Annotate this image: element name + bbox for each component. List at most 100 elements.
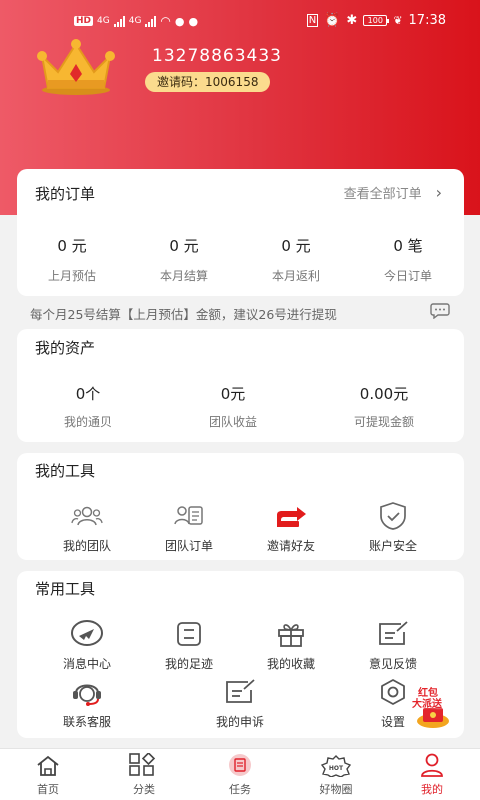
tab-label: 首页: [37, 783, 59, 796]
status-right: N ⏰ ✱ 100 ❦ 17:38: [306, 13, 446, 28]
invite-code-label: 邀请码：: [157, 75, 206, 89]
invite-friend-icon: [274, 501, 308, 531]
tool-label: 我的团队: [62, 539, 111, 553]
tool-invite-friend[interactable]: 邀请好友: [236, 501, 346, 554]
order-stat-today[interactable]: 0 笔今日订单: [353, 235, 463, 284]
tab-label: 任务: [229, 783, 251, 796]
tool-label: 意见反馈: [368, 657, 417, 671]
battery-icon: 100: [363, 15, 390, 26]
common-tools-title: 常用工具: [35, 580, 96, 598]
network-label-a: 4G: [97, 16, 110, 26]
order-stat-value: 0 笔: [393, 237, 423, 255]
appeal-icon: [223, 677, 257, 707]
signal-icon: [145, 15, 157, 27]
tool-my-appeal[interactable]: 我的申诉: [185, 677, 295, 730]
order-stat-label: 本月返利: [271, 269, 320, 283]
tool-label: 我的申诉: [215, 715, 264, 729]
tab-task[interactable]: 任务: [192, 749, 288, 800]
tab-label: 分类: [133, 783, 155, 796]
tool-label: 邀请好友: [266, 539, 315, 553]
asset-stat-label: 可提现金额: [353, 415, 414, 429]
chat-bubble-icon[interactable]: [430, 303, 450, 323]
tab-category[interactable]: 分类: [96, 749, 192, 800]
app-notification-icon: ●: [174, 14, 185, 28]
invite-code-badge[interactable]: 邀请码：1006158: [145, 72, 271, 92]
tool-label: 联系客服: [62, 715, 111, 729]
orders-card: 我的订单 查看全部订单 › 0 元上月预估 0 元本月结算 0 元本月返利 0 …: [17, 169, 464, 296]
hd-badge: HD: [74, 16, 94, 26]
order-stat-this-month-rebate[interactable]: 0 元本月返利: [241, 235, 351, 284]
team-icon: [70, 501, 104, 531]
tool-label: 我的足迹: [164, 657, 213, 671]
order-stat-label: 本月结算: [159, 269, 208, 283]
asset-stat-tongbei[interactable]: 0个我的通贝: [33, 383, 143, 430]
assets-title: 我的资产: [35, 339, 96, 357]
team-order-icon: [172, 501, 206, 531]
common-tools-card: 常用工具 消息中心 我的足迹 我的收藏 意见反馈 联系客服 我的申诉 设置: [17, 571, 464, 738]
my-tools-title: 我的工具: [35, 462, 96, 480]
settings-icon: [376, 677, 410, 707]
feedback-icon: [376, 619, 410, 649]
red-packet-promo[interactable]: 红包 大派送: [410, 684, 456, 730]
leaf-icon: ❦: [393, 14, 403, 27]
bluetooth-icon: ✱: [346, 13, 358, 28]
my-tools-card: 我的工具 我的团队 团队订单 邀请好友 账户安全: [17, 453, 464, 560]
home-icon: [0, 749, 96, 777]
bottom-tab-bar: 首页 分类 任务 HOT 好物圈 我的: [0, 748, 480, 800]
tool-my-team[interactable]: 我的团队: [32, 501, 142, 554]
tab-label: 我的: [421, 783, 443, 796]
nfc-icon: N: [306, 14, 319, 27]
category-icon: [96, 749, 192, 777]
view-all-orders-link[interactable]: 查看全部订单 ›: [344, 183, 442, 202]
user-icon: [384, 749, 480, 777]
view-all-orders-label: 查看全部订单: [343, 187, 422, 202]
asset-stat-withdrawable[interactable]: 0.00元可提现金额: [329, 383, 439, 430]
tab-hot-circle[interactable]: HOT 好物圈: [288, 749, 384, 800]
alarm-icon: ⏰: [324, 13, 341, 28]
crown-avatar-icon[interactable]: [34, 36, 118, 96]
tool-account-security[interactable]: 账户安全: [338, 501, 448, 554]
tab-mine[interactable]: 我的: [384, 749, 480, 800]
asset-stat-value: 0个: [75, 385, 101, 403]
wifi-icon: ◠: [160, 14, 171, 28]
tool-label: 消息中心: [62, 657, 111, 671]
orders-title: 我的订单: [35, 185, 96, 203]
asset-stat-label: 我的通贝: [63, 415, 112, 429]
user-phone: 13278863433: [152, 46, 282, 66]
footprint-icon: [172, 619, 206, 649]
asset-stat-value: 0.00元: [359, 385, 409, 403]
assets-card: 我的资产 0个我的通贝 0元团队收益 0.00元可提现金额: [17, 329, 464, 442]
gift-icon: [274, 619, 308, 649]
hot-icon: HOT: [288, 749, 384, 777]
tool-label: 账户安全: [368, 539, 417, 553]
signal-icon: [113, 15, 125, 27]
tool-favorites[interactable]: 我的收藏: [236, 619, 346, 672]
order-stat-label: 上月预估: [47, 269, 96, 283]
tool-customer-service[interactable]: 联系客服: [32, 677, 142, 730]
tool-label: 团队订单: [164, 539, 213, 553]
asset-stat-team-income[interactable]: 0元团队收益: [178, 383, 288, 430]
tool-team-order[interactable]: 团队订单: [134, 501, 244, 554]
task-icon: [192, 749, 288, 777]
network-label-b: 4G: [128, 16, 142, 26]
tool-feedback[interactable]: 意见反馈: [338, 619, 448, 672]
shield-check-icon: [376, 501, 410, 531]
hot-badge: HOT: [328, 765, 344, 772]
order-stat-label: 今日订单: [383, 269, 432, 283]
order-stat-this-month-settle[interactable]: 0 元本月结算: [129, 235, 239, 284]
tool-message-center[interactable]: 消息中心: [32, 619, 142, 672]
chat-notification-icon: ●: [188, 14, 199, 28]
order-stat-value: 0 元: [281, 237, 311, 255]
message-icon: [70, 619, 104, 649]
tab-label: 好物圈: [319, 783, 353, 796]
promo-line-2: 大派送: [412, 699, 442, 710]
settlement-notice: 每个月25号结算【上月预估】金额，建议26号进行提现: [30, 307, 337, 322]
asset-stat-label: 团队收益: [208, 415, 257, 429]
status-left: HD 4G 4G ◠ ● ●: [74, 14, 198, 28]
tool-footprint[interactable]: 我的足迹: [134, 619, 244, 672]
order-stat-last-month[interactable]: 0 元上月预估: [17, 235, 127, 284]
tab-home[interactable]: 首页: [0, 749, 96, 800]
order-stat-value: 0 元: [169, 237, 199, 255]
order-stat-value: 0 元: [57, 237, 87, 255]
asset-stat-value: 0元: [220, 385, 246, 403]
